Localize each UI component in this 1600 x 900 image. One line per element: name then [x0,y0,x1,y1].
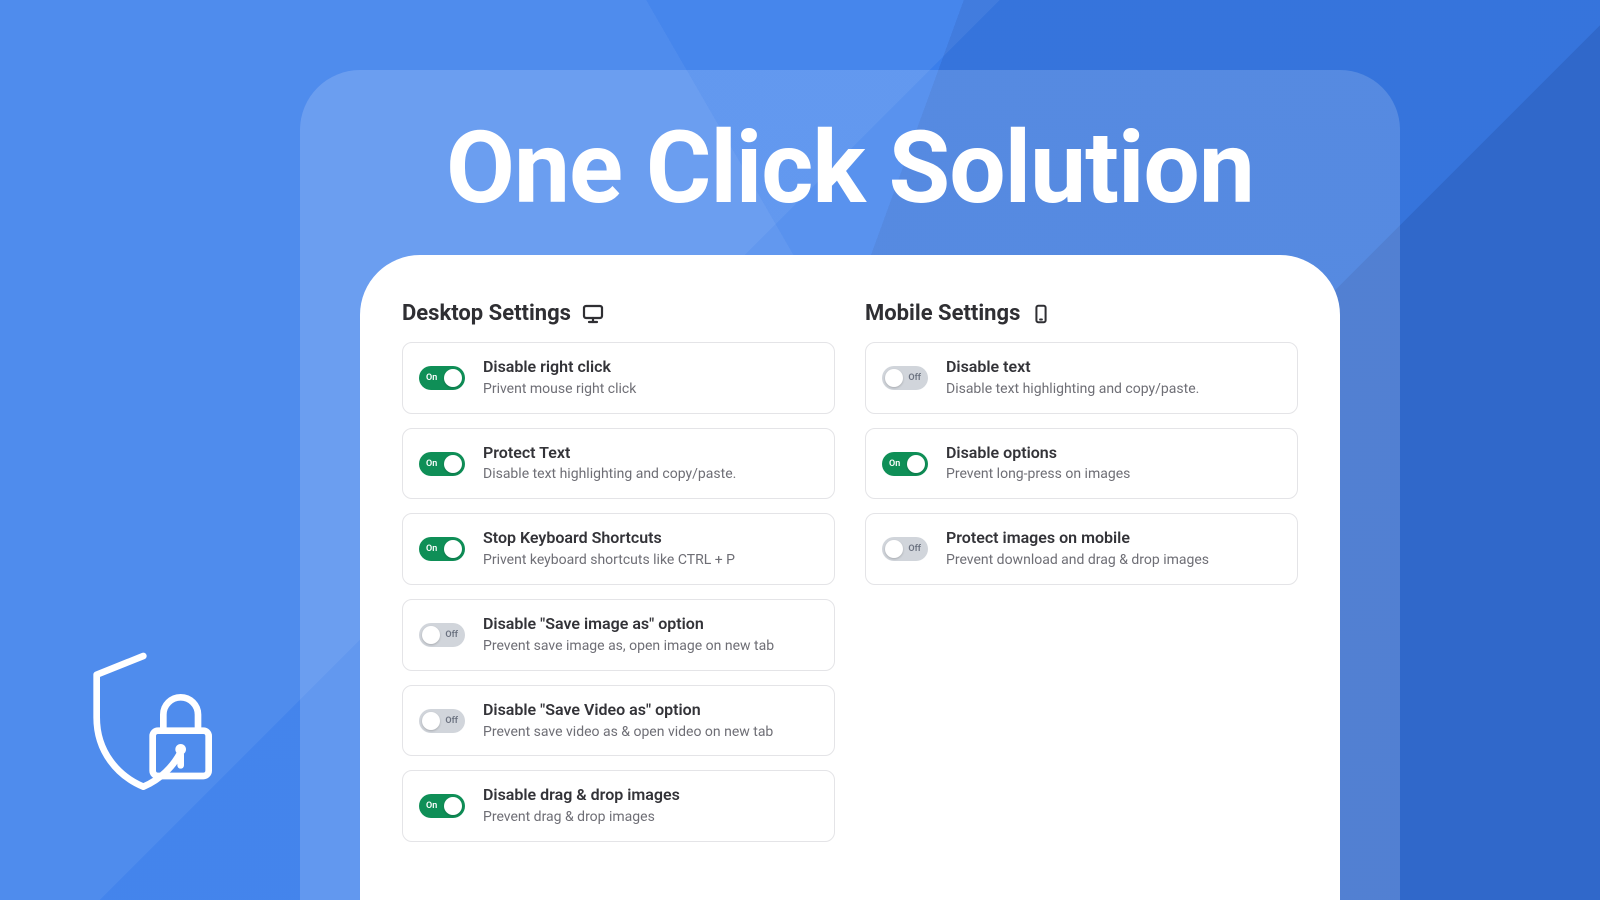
setting-title: Disable "Save image as" option [483,614,818,635]
shield-lock-icon [70,640,230,800]
setting-title: Disable text [946,357,1281,378]
desktop-settings-column: Desktop Settings On Disable right click Pr… [402,301,835,900]
desktop-setting-row: On Stop Keyboard Shortcuts Privent keyboar… [402,513,835,585]
setting-description: Disable text highlighting and copy/paste… [483,465,818,484]
desktop-toggle[interactable]: On [419,794,465,818]
setting-title: Protect Text [483,443,818,464]
mobile-icon [1030,303,1052,325]
toggle-knob [444,369,462,387]
toggle-label: Off [908,544,921,554]
setting-text: Protect TextDisable text highlighting an… [483,443,818,485]
toggle-label: On [426,544,437,554]
mobile-settings-title: Mobile Settings [865,301,1020,326]
setting-description: Prevent long-press on images [946,465,1281,484]
toggle-knob [444,455,462,473]
toggle-knob [907,455,925,473]
setting-description: Privent mouse right click [483,380,818,399]
desktop-toggle[interactable]: On [419,452,465,476]
setting-title: Disable options [946,443,1281,464]
setting-description: Prevent save video as & open video on ne… [483,723,818,742]
desktop-toggle[interactable]: Off [419,623,465,647]
mobile-setting-row: On Disable optionsPrevent long-press on i… [865,428,1298,500]
desktop-toggle[interactable]: On [419,537,465,561]
desktop-toggle[interactable]: On [419,366,465,390]
setting-description: Disable text highlighting and copy/paste… [946,380,1281,399]
desktop-toggle[interactable]: Off [419,709,465,733]
desktop-setting-row: On Disable drag & drop images Prevent drag… [402,770,835,842]
settings-card: Desktop Settings On Disable right click Pr… [360,255,1340,900]
desktop-setting-row: Off Disable "Save image as" option Prevent… [402,599,835,671]
toggle-knob [885,540,903,558]
desktop-setting-row: On Protect TextDisable text highlighting … [402,428,835,500]
desktop-settings-list: On Disable right click Privent mouse right… [402,342,835,842]
desktop-settings-header: Desktop Settings [402,301,835,326]
setting-text: Disable text Disable text highlighting an… [946,357,1281,399]
setting-description: Prevent download and drag & drop images [946,551,1281,570]
app-background: One Click Solution Desktop Settings On Di… [0,0,1600,900]
mobile-setting-row: Off Protect images on mobile Prevent downl… [865,513,1298,585]
toggle-label: Off [445,630,458,640]
toggle-knob [422,626,440,644]
toggle-label: On [426,373,437,383]
hero-title: One Click Solution [300,110,1400,227]
toggle-knob [444,797,462,815]
setting-title: Disable drag & drop images [483,785,818,806]
desktop-setting-row: On Disable right click Privent mouse right… [402,342,835,414]
desktop-icon [581,302,605,326]
setting-text: Protect images on mobile Prevent download… [946,528,1281,570]
setting-title: Disable "Save Video as" option [483,700,818,721]
mobile-toggle[interactable]: On [882,452,928,476]
toggle-label: On [426,459,437,469]
mobile-settings-list: Off Disable text Disable text highlighting… [865,342,1298,585]
setting-text: Disable drag & drop images Prevent drag &… [483,785,818,827]
mobile-toggle[interactable]: Off [882,366,928,390]
mobile-toggle[interactable]: Off [882,537,928,561]
mobile-settings-column: Mobile Settings OffDisable textDisable t… [865,301,1298,900]
setting-title: Disable right click [483,357,818,378]
setting-text: Stop Keyboard Shortcuts Privent keyboard … [483,528,818,570]
toggle-label: On [889,459,900,469]
mobile-settings-header: Mobile Settings [865,301,1298,326]
setting-description: Prevent save image as, open image on new… [483,637,818,656]
setting-title: Stop Keyboard Shortcuts [483,528,818,549]
setting-description: Privent keyboard shortcuts like CTRL + P [483,551,818,570]
setting-text: Disable optionsPrevent long-press on ima… [946,443,1281,485]
mobile-setting-row: Off Disable text Disable text highlighting… [865,342,1298,414]
toggle-label: On [426,801,437,811]
desktop-settings-title: Desktop Settings [402,301,571,326]
setting-description: Prevent drag & drop images [483,808,818,827]
setting-title: Protect images on mobile [946,528,1281,549]
toggle-label: Off [908,373,921,383]
toggle-label: Off [445,716,458,726]
toggle-knob [885,369,903,387]
setting-text: Disable "Save Video as" option Prevent sa… [483,700,818,742]
toggle-knob [422,712,440,730]
toggle-knob [444,540,462,558]
setting-text: Disable "Save image as" option Prevent sa… [483,614,818,656]
desktop-setting-row: Off Disable "Save Video as" option Prevent… [402,685,835,757]
setting-text: Disable right click Privent mouse right c… [483,357,818,399]
